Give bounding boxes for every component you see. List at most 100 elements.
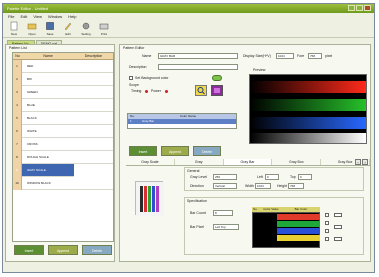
- toolbar-save-button[interactable]: Save: [44, 20, 56, 37]
- bar-count-select[interactable]: 8: [213, 210, 233, 216]
- list-item[interactable]: 4 BLUE: [13, 98, 113, 112]
- bar-option-field-1[interactable]: [334, 213, 342, 217]
- name-input[interactable]: GRAY BAR: [158, 53, 238, 59]
- list-item[interactable]: 6 WHITE: [13, 124, 113, 138]
- display-height-input[interactable]: 768: [308, 53, 322, 59]
- menu-window[interactable]: Window: [48, 14, 62, 19]
- scope-label: Scope: [129, 83, 139, 87]
- list-item[interactable]: 5 BLACK: [13, 111, 113, 125]
- preview-label: Preview: [253, 68, 266, 72]
- pattern-type-tabs: Gray Scale Gray Gray Bar Gray Box Gray B…: [126, 159, 370, 166]
- gray-level-select[interactable]: 256: [213, 174, 237, 180]
- bar-option-checkbox-2[interactable]: [325, 221, 329, 225]
- header-description: Description: [84, 54, 103, 58]
- bar-count-label: Bar Count: [190, 211, 206, 215]
- width-label: Width: [245, 184, 254, 188]
- list-item[interactable]: 10 WINDOW BLACK: [13, 176, 113, 190]
- left-input[interactable]: 0: [265, 174, 279, 180]
- append-color-button[interactable]: Append: [161, 146, 189, 156]
- pattern-list-buttons: Insert Append Delete: [14, 245, 112, 255]
- delete-color-button[interactable]: Delete: [193, 146, 221, 156]
- minimize-button[interactable]: [348, 5, 355, 11]
- close-button[interactable]: [364, 5, 371, 11]
- menu-view[interactable]: View: [33, 14, 42, 19]
- set-background-checkbox[interactable]: [129, 76, 133, 80]
- chevron-left-icon[interactable]: ‹: [355, 159, 361, 165]
- color-picker-button[interactable]: [211, 85, 223, 96]
- tab-gray-bar[interactable]: Gray Bar: [223, 159, 273, 165]
- toolbar-new-button[interactable]: New: [8, 20, 20, 37]
- general-label: General: [187, 169, 200, 173]
- bar-option-checkbox-3[interactable]: [325, 229, 329, 233]
- color-table-row-name: Gray Bar: [142, 119, 155, 123]
- pattern-editor-panel: Pattern Editor Name GRAY BAR Display Siz…: [119, 44, 371, 262]
- bar-color-red[interactable]: [277, 214, 320, 220]
- bar-option-field-2[interactable]: [334, 225, 342, 229]
- tab-gray[interactable]: Gray: [175, 159, 224, 165]
- height-input[interactable]: 768: [288, 183, 304, 189]
- description-input[interactable]: [158, 64, 238, 70]
- toolbar-setting-button[interactable]: Setting: [80, 20, 92, 37]
- direction-select[interactable]: Vertical: [213, 183, 237, 189]
- timing-label: Timing: [131, 89, 142, 93]
- delete-pattern-button[interactable]: Delete: [82, 245, 112, 255]
- tab-gray-box[interactable]: Gray Box: [272, 159, 322, 165]
- pattern-list: No Name Description 1 RED 2 BW 3 GREEN 4 BLU…: [12, 52, 114, 242]
- bar-pixel-select[interactable]: Left Top: [213, 224, 239, 230]
- display-size-label: Display Size(H*V): [243, 54, 271, 58]
- preview-band-red: [250, 81, 366, 93]
- tab-scroll-buttons: ‹ ›: [355, 159, 368, 165]
- list-item-selected[interactable]: 9 GRAY SCALE: [13, 163, 113, 177]
- bar-color-blue[interactable]: [277, 228, 320, 234]
- insert-pattern-button[interactable]: Insert: [14, 245, 44, 255]
- list-item[interactable]: 8 ROUGH SCALE: [13, 150, 113, 164]
- title-bar: Palette Editor - Untitled: [3, 4, 374, 13]
- pencil-icon: [64, 22, 72, 31]
- window-title: Palette Editor - Untitled: [7, 6, 49, 11]
- list-item[interactable]: 7 CROSS: [13, 137, 113, 151]
- chevron-right-icon[interactable]: ›: [362, 159, 368, 165]
- description-label: Description: [129, 65, 147, 69]
- toolbar-print-button[interactable]: Print: [98, 20, 110, 37]
- background-color-toggle[interactable]: [212, 75, 222, 81]
- top-input[interactable]: 0: [298, 174, 312, 180]
- maximize-button[interactable]: [356, 5, 363, 11]
- bar-option-field-3[interactable]: [334, 237, 342, 241]
- pattern-thumbnail: [135, 181, 164, 216]
- list-item[interactable]: 1 RED: [13, 59, 113, 73]
- bar-option-checkbox-1[interactable]: [325, 213, 329, 217]
- top-label: Top: [290, 175, 296, 179]
- power-label: Power: [151, 89, 161, 93]
- menu-file[interactable]: File: [8, 14, 14, 19]
- bar-color-yellow[interactable]: [277, 235, 320, 241]
- toolbar-open-button[interactable]: Open: [26, 20, 38, 37]
- menu-bar: File Edit View Window Help: [3, 13, 374, 20]
- tab-gray-scale[interactable]: Gray Scale: [126, 159, 175, 165]
- toolbar: New Open Save Edit Setting Print: [3, 20, 374, 38]
- timing-radio[interactable]: [145, 90, 148, 93]
- menu-help[interactable]: Help: [68, 14, 76, 19]
- bar-color-green[interactable]: [277, 221, 320, 227]
- color-table-row[interactable]: 1 Gray Bar: [128, 119, 236, 124]
- toolbar-edit-button[interactable]: Edit: [62, 20, 74, 37]
- pattern-preview: [249, 74, 367, 144]
- bar-option-checkbox-4[interactable]: [325, 237, 329, 241]
- preview-band-green: [250, 99, 366, 111]
- gray-bar-thumbnail-image: [136, 182, 164, 216]
- insert-color-button[interactable]: Insert: [129, 146, 157, 156]
- append-pattern-button[interactable]: Append: [48, 245, 78, 255]
- header-name: Name: [43, 54, 53, 58]
- width-input[interactable]: 1024: [255, 183, 271, 189]
- height-label: Height: [277, 184, 288, 188]
- fore-label: Fore: [297, 54, 305, 58]
- display-width-input[interactable]: 1024: [276, 53, 294, 59]
- list-item[interactable]: 3 GREEN: [13, 85, 113, 99]
- print-icon: [99, 23, 109, 30]
- pattern-editor-title: Pattern Editor: [123, 46, 145, 50]
- menu-edit[interactable]: Edit: [20, 14, 27, 19]
- list-item[interactable]: 2 BW: [13, 72, 113, 86]
- power-radio[interactable]: [165, 90, 168, 93]
- new-file-icon: [10, 21, 18, 31]
- gray-level-label: Gray Level: [190, 175, 207, 179]
- magnify-button[interactable]: [195, 85, 207, 96]
